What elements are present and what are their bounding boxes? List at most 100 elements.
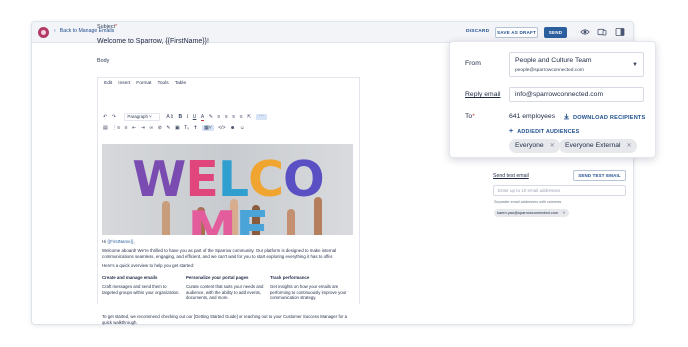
outro-paragraph: To get started, we recommend checking ou… [102,314,348,325]
greeting-suffix: , [133,239,135,244]
subject-input[interactable]: Welcome to Sparrow, {{FirstName}}! [97,38,209,45]
code-icon[interactable]: </> [218,125,225,131]
panel-toggle-icon[interactable] [615,27,625,37]
menu-insert[interactable]: Insert [118,81,130,86]
discard-button[interactable]: DISCARD [466,29,489,34]
plus-icon: + [509,128,514,135]
app-logo-icon[interactable] [38,27,49,38]
paragraph-style-value: Paragraph [127,114,148,119]
audience-chip-label: Everyone [515,142,544,149]
font-size-button[interactable]: A⇕ [166,114,174,120]
subject-label-text: Subject [97,24,115,30]
clear-formatting-icon[interactable]: Tₓ [184,125,189,131]
fullscreen-icon[interactable]: ⇱ [247,114,251,120]
highlight-icon[interactable]: ✎ [209,114,213,120]
pin-icon[interactable]: ✝ [193,125,197,131]
first-name-merge-tag: {{FirstName}} [107,239,134,244]
bold-icon[interactable]: B [178,114,182,120]
overview-line: Here's a quick overview to help you get … [102,262,195,268]
audience-chip: Everyone External ✕ [559,139,637,153]
download-icon [564,113,569,120]
menu-edit[interactable]: Edit [104,81,112,86]
required-marker: * [472,113,475,120]
send-button[interactable]: SEND [544,27,567,38]
feature-text: Craft messages and send them to targeted… [102,284,180,295]
save-as-draft-button[interactable]: SAVE AS DRAFT [495,27,538,38]
bullet-list-icon[interactable]: ⋮≡ [112,125,120,131]
banner-letter: E [185,151,218,208]
user-icon[interactable]: ☻ [230,125,235,131]
email-composer-screen: ‹ Back to Manage Emails DISCARD SAVE AS D… [0,0,688,347]
download-recipients-button[interactable]: DOWNLOAD RECIPIENTS [563,113,645,121]
image-icon[interactable]: ▣ [175,125,180,131]
paste-icon[interactable]: ▤ [103,125,108,131]
reply-email-label: Reply email [465,91,501,98]
edit-image-icon[interactable]: ✎ [166,125,170,131]
mobile-preview-icon[interactable] [597,27,607,37]
from-email: people@sparrowconnected.com [515,68,584,73]
feature-text: Curate content that suits your needs and… [186,284,264,301]
test-email-input[interactable]: Enter up to 10 email addresses [493,185,626,196]
feature-column: Create and manage emails Craft messages … [102,275,180,295]
chevron-left-icon: ‹ [54,28,56,34]
test-email-chip: karen.yao@sparrowconnected.com ✕ [494,209,569,217]
redo-icon[interactable]: ↷ [112,114,116,120]
unlink-icon[interactable]: ⊘ [158,125,162,131]
feature-columns: Create and manage emails Craft messages … [102,275,353,315]
more-options-icon[interactable]: ⋯ [255,114,267,120]
welcome-banner-image: WELCOME [102,144,353,235]
subject-label: Subject* [97,24,117,30]
justify-icon[interactable]: ≡ [240,114,243,120]
audience-chip: Everyone ✕ [509,139,560,153]
add-edit-audiences-button[interactable]: + ADD/EDIT AUDIENCES [509,128,579,135]
from-select[interactable]: People and Culture Team people@sparrowco… [509,52,644,77]
editor-toolbar-row-2: ▤ ⋮≡ ≡ ⇤ ⇥ ∞ ⊘ ✎ ▣ Tₓ ✝ ▦˅ </> ☻ ☺ [103,125,249,134]
feature-column: Personalize your portal pages Curate con… [186,275,264,301]
email-body-content[interactable]: Hi {{FirstName}}, Welcome aboard! We're … [102,239,353,325]
remove-audience-icon[interactable]: ✕ [550,139,555,153]
user-outline-icon[interactable]: ☺ [240,125,245,131]
send-test-email-button[interactable]: SEND TEST EMAIL [573,170,626,181]
editor-menu-bar: Edit Insert Format Tools Table [104,81,192,86]
link-icon[interactable]: ∞ [149,125,153,131]
align-left-icon[interactable]: ≡ [217,114,220,120]
greeting-line: Hi {{FirstName}}, [102,239,353,245]
required-marker: * [114,24,118,30]
remove-audience-icon[interactable]: ✕ [627,139,632,153]
recipient-count: 641 employees [509,113,556,120]
italic-icon[interactable]: I [187,115,189,120]
underline-icon[interactable]: U [193,114,197,120]
menu-table[interactable]: Table [175,81,186,86]
body-label: Body [97,58,110,64]
text-color-icon[interactable]: A [200,114,205,121]
align-right-icon[interactable]: ≡ [232,114,235,120]
audience-chip-label: Everyone External [565,142,621,149]
add-edit-audiences-label: ADD/EDIT AUDIENCES [517,129,580,135]
remove-chip-icon[interactable]: ✕ [562,210,565,215]
font-size-label: A [166,114,170,120]
menu-tools[interactable]: Tools [157,81,168,86]
from-label: From [465,60,481,67]
banner-letter: W [132,151,186,208]
welcome-banner-text: WELCOME [110,151,346,236]
editor-toolbar-row-1: ↶ ↷ Paragraph ˅ A⇕ B I U A ✎ ≡ ≡ ≡ ≡ ⇱ ⋯ [103,113,267,122]
feature-title: Track performance [270,275,310,280]
rich-text-editor[interactable]: Edit Insert Format Tools Table ↶ ↷ Paragraph ˅… [97,77,360,325]
banner-letter: O [283,151,325,208]
reply-email-input[interactable]: info@sparrowconnected.com [509,87,644,102]
indent-icon[interactable]: ⇥ [141,125,145,131]
feature-text: Get insights on how your emails are perf… [270,284,347,301]
menu-format[interactable]: Format [136,81,151,86]
outdent-icon[interactable]: ⇤ [132,125,136,131]
merge-field-icon[interactable]: ▦˅ [202,125,214,131]
undo-icon[interactable]: ↶ [103,114,107,120]
test-email-hint: Separate email addresses with commas [494,200,562,204]
eye-icon[interactable] [580,27,590,37]
numbered-list-icon[interactable]: ≡ [125,125,128,131]
align-center-icon[interactable]: ≡ [225,114,228,120]
test-email-chip-label: karen.yao@sparrowconnected.com [497,210,559,215]
banner-letter: L [217,151,249,208]
download-recipients-label: DOWNLOAD RECIPIENTS [573,115,646,121]
paragraph-style-select[interactable]: Paragraph ˅ [124,113,161,121]
send-test-email-link[interactable]: Send test email [493,173,529,179]
